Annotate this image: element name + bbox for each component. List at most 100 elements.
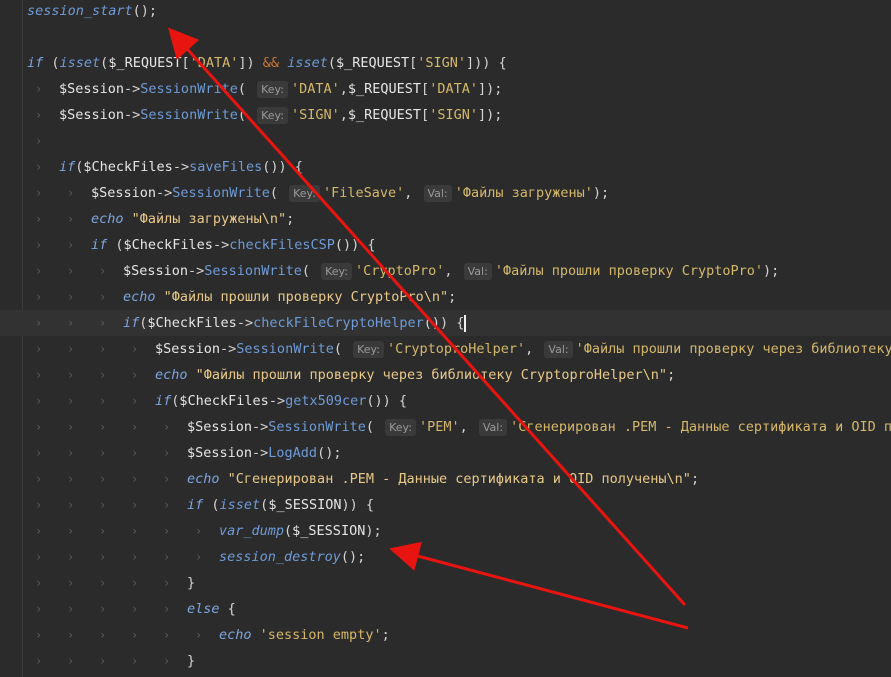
indent-guide-icon: › — [35, 290, 43, 304]
code-token: )) { — [341, 497, 374, 513]
code-token: saveFiles — [189, 159, 263, 175]
code-token: SessionWrite — [236, 341, 334, 357]
parameter-hint: Key: — [385, 419, 416, 436]
indent-guide-icon: › — [35, 654, 43, 668]
code-token: -> — [236, 315, 254, 331]
code-token: 'SIGN' — [429, 107, 478, 123]
code-line[interactable]: › › › › › › var_dump($_SESSION); — [0, 518, 891, 544]
code-token: [ — [181, 55, 190, 71]
indent-guide-icon: › — [99, 394, 107, 408]
indent-guide-icon: › — [99, 446, 107, 460]
code-token: ); — [365, 523, 382, 539]
code-line[interactable]: › › › echo "Файлы прошли проверку CryptoPro… — [0, 284, 891, 310]
indent-guide-icon: › — [99, 654, 107, 668]
code-token: ( — [237, 107, 255, 123]
code-line[interactable]: › › › if($CheckFiles->checkFileCryptoHelper… — [0, 310, 891, 336]
parameter-hint: Key: — [321, 263, 352, 280]
indent-guide-icon: › — [131, 342, 139, 356]
indent-guide-icon: › — [99, 524, 107, 538]
code-line[interactable]: › › › › › if (isset($_SESSION)) { — [0, 492, 891, 518]
code-line[interactable]: › › › › › › echo 'session empty'; — [0, 622, 891, 648]
code-token: $Session — [91, 185, 157, 201]
code-token: } — [187, 653, 196, 669]
code-text: $Session->LogAdd(); — [187, 440, 341, 466]
code-token: -> — [172, 159, 190, 175]
code-line[interactable]: › › › › › › session_destroy(); — [0, 544, 891, 570]
code-token: if — [27, 55, 44, 71]
code-line[interactable]: if (isset($_REQUEST['DATA']) && isset($_… — [0, 50, 891, 76]
code-line[interactable]: › › $Session->SessionWrite( Key: 'FileSave'… — [0, 180, 891, 206]
code-token: $Session — [187, 445, 253, 461]
code-text: $Session->SessionWrite( Key: 'FileSave', … — [91, 180, 609, 206]
code-line[interactable]: session_start(); — [0, 0, 891, 24]
code-line[interactable]: › › if ($CheckFiles->checkFilesCSP()) { — [0, 232, 891, 258]
indent-guide-icon: › — [131, 368, 139, 382]
code-token: echo — [91, 211, 124, 227]
code-token: -> — [220, 341, 237, 357]
indent-guide-icon: › — [131, 498, 139, 512]
code-line[interactable]: › $Session->SessionWrite( Key: 'DATA',$_RE… — [0, 76, 891, 102]
code-token: , — [339, 81, 348, 97]
indent-guide-icon: › — [67, 550, 75, 564]
code-line[interactable]: › › › › echo "Файлы прошли проверку через би… — [0, 362, 891, 388]
indent-guide-icon: › — [67, 420, 75, 434]
code-line[interactable]: › › › › if($CheckFiles->getx509cer()) { — [0, 388, 891, 414]
code-line[interactable]: › › › › ›} — [0, 570, 891, 596]
code-token: ( — [333, 341, 351, 357]
code-line[interactable]: › — [0, 128, 891, 154]
indent-guide-icon: › — [35, 316, 43, 330]
indent-guide-icon: › — [67, 602, 75, 616]
indent-guide-icon: › — [35, 160, 43, 174]
indent-guide-icon: › — [163, 550, 171, 564]
indent-guide-icon: › — [163, 446, 171, 460]
code-line[interactable]: › › › › › $Session->LogAdd(); — [0, 440, 891, 466]
indent-guide-icon: › — [163, 576, 171, 590]
indent-guide-icon: › — [131, 472, 139, 486]
code-token: SessionWrite — [140, 107, 238, 123]
code-line[interactable]: › › › $Session->SessionWrite( Key: 'CryptoPr… — [0, 258, 891, 284]
code-token: $_REQUEST — [335, 55, 410, 71]
code-token: -> — [252, 419, 269, 435]
code-text: echo "Сгенерирован .PEM - Данные сертифи… — [187, 466, 699, 492]
code-token: [ — [421, 81, 430, 97]
indent-guide-icon: › — [67, 316, 75, 330]
code-line[interactable]: › › echo "Файлы загружены\n"; — [0, 206, 891, 232]
code-token: ( — [365, 419, 383, 435]
indent-guide-icon: › — [67, 238, 75, 252]
code-line[interactable]: › › › › › else { — [0, 596, 891, 622]
indent-guide-icon: › — [131, 576, 139, 590]
code-token: SessionWrite — [268, 419, 366, 435]
code-token: "Файлы загружены\n" — [131, 211, 287, 227]
indent-guide-icon: › — [99, 368, 107, 382]
code-token: "Файлы прошли проверку CryptoPro\n" — [163, 289, 449, 305]
code-editor[interactable]: session_start(); if (isset($_REQUEST['DAT… — [0, 0, 891, 677]
code-token: if — [59, 159, 76, 175]
code-line[interactable]: › $Session->SessionWrite( Key: 'SIGN',$_RE… — [0, 102, 891, 128]
code-line[interactable] — [0, 24, 891, 50]
code-line[interactable]: › › › › › $Session->SessionWrite( Key: 'PEM', … — [0, 414, 891, 440]
code-line[interactable]: › › › › ›} — [0, 648, 891, 674]
code-token: if — [123, 315, 140, 331]
indent-guide-icon: › — [67, 212, 75, 226]
code-token: ])) { — [466, 55, 507, 71]
code-token: -> — [156, 185, 173, 201]
code-token: ( — [203, 497, 220, 513]
indent-guide-icon: › — [67, 628, 75, 642]
code-line[interactable]: › › › › $Session->SessionWrite( Key: 'Cryptop… — [0, 336, 891, 362]
code-line[interactable]: › › › › › echo "Сгенерирован .PEM - Данные се… — [0, 466, 891, 492]
indent-guide-icon: › — [195, 628, 203, 642]
code-token: ; — [286, 211, 295, 227]
indent-guide-icon: › — [99, 290, 107, 304]
code-line[interactable]: › if($CheckFiles->saveFiles()) { — [0, 154, 891, 180]
code-token: ( — [43, 55, 60, 71]
code-token: if — [155, 393, 172, 409]
code-token: isset — [59, 55, 101, 71]
code-token: ()) { — [366, 393, 407, 409]
code-token: ( — [301, 263, 319, 279]
indent-guide-icon: › — [67, 290, 75, 304]
indent-guide-icon: › — [67, 446, 75, 460]
code-token: isset — [219, 497, 261, 513]
